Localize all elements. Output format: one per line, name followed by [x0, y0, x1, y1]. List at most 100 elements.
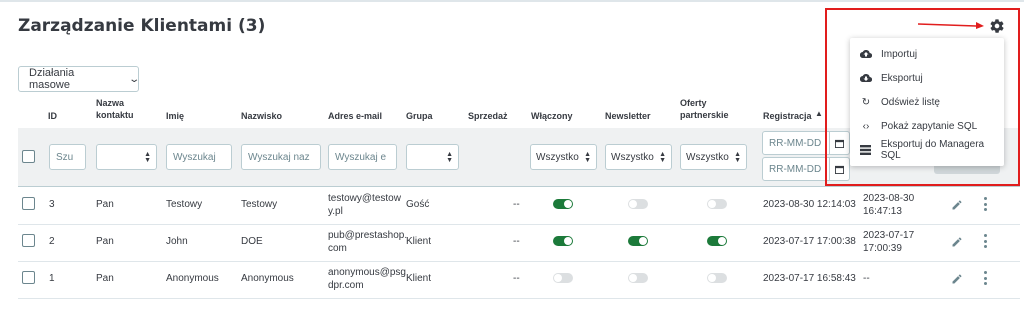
cell-last-visit: --	[863, 273, 870, 284]
filter-date-from-input[interactable]: RR-MM-DD	[762, 131, 830, 155]
export-menu-item[interactable]: Eksportuj	[850, 66, 1004, 90]
filter-last-name-input[interactable]: Wyszukaj naz	[241, 144, 321, 170]
sort-asc-icon[interactable]: ▲	[815, 109, 823, 118]
toggle-enabled[interactable]	[553, 273, 573, 283]
cell-last-visit-date: 2023-08-30	[863, 193, 915, 204]
cell-first-name: Testowy	[166, 199, 203, 210]
col-id[interactable]: ID	[48, 110, 57, 122]
cell-email-line1: anonymous@psg	[328, 267, 406, 278]
cell-sales: --	[513, 273, 520, 284]
cell-last-name: DOE	[241, 236, 263, 247]
refresh-icon: ↻	[861, 96, 871, 108]
cell-contact: Pan	[96, 199, 114, 210]
filter-partner-value: Wszystko	[686, 151, 729, 163]
refresh-list-menu-item[interactable]: ↻ Odśwież listę	[850, 90, 1004, 114]
cell-email-line1: testowy@testow	[328, 193, 401, 204]
cell-last-name: Anonymous	[241, 273, 294, 284]
calendar-icon[interactable]	[830, 157, 850, 181]
export-sql-manager-label: Eksportuj do Managera SQL	[880, 139, 985, 161]
annotation-arrow	[918, 22, 984, 29]
filter-contact-select[interactable]: ▲ ▼	[96, 144, 157, 170]
cell-email-line1: pub@prestashop.	[328, 230, 408, 241]
cell-group: Gość	[406, 199, 430, 210]
filter-partner-select[interactable]: Wszystko ▲ ▼	[680, 144, 747, 170]
toggle-knob	[629, 274, 637, 282]
toggle-knob	[629, 200, 637, 208]
more-options-icon[interactable]	[982, 271, 988, 285]
refresh-list-label: Odśwież listę	[881, 96, 940, 108]
calendar-icon[interactable]	[830, 131, 850, 155]
col-sales[interactable]: Sprzedaż	[468, 110, 508, 122]
filter-enabled-value: Wszystko	[536, 151, 579, 163]
cell-registered: 2023-08-30 12:14:03	[763, 199, 856, 210]
export-sql-manager-menu-item[interactable]: Eksportuj do Managera SQL	[850, 138, 1004, 162]
bulk-actions-button[interactable]: Działania masowe ⌄	[18, 66, 140, 92]
col-email[interactable]: Adres e-mail	[328, 110, 382, 122]
show-sql-label: Pokaż zapytanie SQL	[881, 120, 978, 132]
cell-contact: Pan	[96, 273, 114, 284]
col-registration[interactable]: Registracja	[763, 110, 812, 122]
edit-icon[interactable]	[951, 198, 963, 210]
toggle-partner[interactable]	[707, 273, 727, 283]
bulk-actions-label: Działania masowe	[29, 67, 75, 91]
cell-registered: 2023-07-17 17:00:38	[763, 236, 856, 247]
filter-newsletter-value: Wszystko	[611, 151, 654, 163]
col-enabled[interactable]: Włączony	[531, 110, 573, 122]
col-first-name[interactable]: Imię	[166, 110, 184, 122]
show-sql-menu-item[interactable]: ‹› Pokaż zapytanie SQL	[850, 114, 1004, 138]
cell-id: 2	[49, 236, 55, 247]
toggle-partner[interactable]	[707, 199, 727, 209]
toggle-knob	[564, 200, 572, 208]
select-all-checkbox[interactable]	[22, 150, 35, 163]
filter-id-input[interactable]: Szu	[49, 144, 86, 170]
cell-registered: 2023-07-17 16:58:43	[763, 273, 856, 284]
cell-group: Klient	[406, 273, 432, 284]
toggle-newsletter[interactable]	[628, 236, 648, 246]
filter-email-input[interactable]: Wyszukaj e	[328, 144, 397, 170]
toggle-newsletter[interactable]	[628, 273, 648, 283]
edit-icon[interactable]	[951, 272, 963, 284]
filter-newsletter-select[interactable]: Wszystko ▲ ▼	[605, 144, 672, 170]
cell-id: 3	[49, 199, 55, 210]
toggle-enabled[interactable]	[553, 236, 573, 246]
toggle-knob	[564, 237, 572, 245]
cloud-download-icon	[860, 72, 872, 84]
filter-first-name-input[interactable]: Wyszukaj	[166, 144, 232, 170]
col-last-name[interactable]: Nazwisko	[241, 110, 282, 122]
cell-last-visit-time: 17:00:39	[863, 243, 902, 254]
filter-date-to-input[interactable]: RR-MM-DD	[762, 157, 830, 181]
col-contact-name[interactable]: Nazwa kontaktu	[96, 97, 148, 121]
sort-caret-icon: ▲ ▼	[446, 151, 453, 164]
cell-sales: --	[513, 236, 520, 247]
toggle-knob	[554, 274, 562, 282]
cloud-upload-icon	[860, 48, 872, 60]
row-divider	[18, 261, 1020, 262]
cell-first-name: Anonymous	[166, 273, 219, 284]
toggle-knob	[708, 274, 716, 282]
import-menu-item[interactable]: Importuj	[850, 42, 1004, 66]
more-options-icon[interactable]	[982, 234, 988, 248]
col-group[interactable]: Grupa	[406, 110, 433, 122]
sort-caret-icon: ▲ ▼	[659, 151, 666, 164]
export-label: Eksportuj	[881, 72, 923, 84]
col-newsletter[interactable]: Newsletter	[605, 110, 651, 122]
row-checkbox[interactable]	[22, 234, 35, 247]
sort-caret-icon: ▲ ▼	[734, 151, 741, 164]
chevron-down-icon: ⌄	[127, 73, 140, 85]
toggle-newsletter[interactable]	[628, 199, 648, 209]
gear-icon[interactable]	[989, 18, 1005, 34]
toggle-knob	[639, 237, 647, 245]
toggle-knob	[708, 200, 716, 208]
cell-email-line2: y.pl	[328, 206, 343, 217]
col-partner-offers[interactable]: Oferty partnerskie	[680, 97, 736, 121]
row-checkbox[interactable]	[22, 271, 35, 284]
toggle-partner[interactable]	[707, 236, 727, 246]
more-options-icon[interactable]	[982, 197, 988, 211]
cell-last-visit-time: 16:47:13	[863, 206, 902, 217]
filter-enabled-select[interactable]: Wszystko ▲ ▼	[530, 144, 597, 170]
edit-icon[interactable]	[951, 235, 963, 247]
row-checkbox[interactable]	[22, 197, 35, 210]
toggle-enabled[interactable]	[553, 199, 573, 209]
filter-group-select[interactable]: ▲ ▼	[406, 144, 459, 170]
code-icon: ‹›	[862, 120, 870, 132]
